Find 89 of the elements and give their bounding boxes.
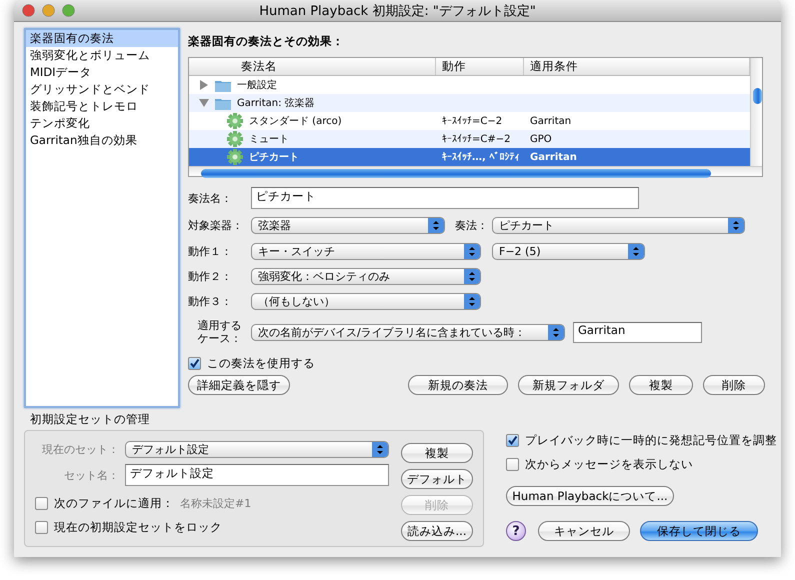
case-popup[interactable]: 次の名前がデバイス/ライブラリ名に含まれている時： <box>251 324 565 340</box>
gear-icon <box>227 113 243 129</box>
table-cell-text: Garritan: 弦楽器 <box>237 96 315 110</box>
zoom-icon[interactable] <box>62 4 75 17</box>
action-button[interactable]: 削除 <box>703 375 765 395</box>
window-title: Human Playback 初期設定: "デフォルト設定" <box>259 4 536 18</box>
horizontal-scrollbar[interactable] <box>189 166 762 176</box>
instrument-popup[interactable]: 弦楽器 <box>251 217 445 234</box>
action-button[interactable]: 複製 <box>629 375 693 395</box>
sidebar-item[interactable]: MIDIデータ <box>26 64 178 81</box>
action-button[interactable]: 新規の奏法 <box>408 375 508 395</box>
checkbox[interactable] <box>188 356 201 370</box>
checkbox-label: 現在の初期設定セットをロック <box>54 520 222 534</box>
updown-arrows-icon <box>548 324 564 340</box>
checkbox[interactable] <box>35 520 48 534</box>
checkbox-label: この奏法を使用する <box>207 356 315 370</box>
field-label: 現在のセット： <box>41 442 120 457</box>
table-cell-text: Garritan <box>529 116 572 126</box>
vertical-scrollbar[interactable] <box>750 58 762 166</box>
folder-icon <box>215 96 231 110</box>
disclosure-triangle-icon[interactable] <box>199 98 209 108</box>
file-name: 名称未設定#1 <box>180 496 252 510</box>
disclosure-triangle-icon[interactable] <box>199 80 209 90</box>
table-cell-text: ｷｰｽｲｯﾁ=C−2 <box>441 115 504 127</box>
field-label: 奏法： <box>455 218 489 233</box>
sidebar-item[interactable]: Garritan独自の効果 <box>26 132 178 149</box>
help-button[interactable]: ? <box>506 521 526 541</box>
updown-arrows-icon <box>464 269 480 284</box>
field-label: 動作１： <box>188 244 233 259</box>
updown-arrows-icon <box>728 218 744 233</box>
checkbox[interactable] <box>35 496 48 510</box>
column-header[interactable]: 奏法名 <box>189 58 436 75</box>
sidebar-item[interactable]: グリッサンドとベンド <box>26 81 178 98</box>
sidebar-item[interactable]: 装飾記号とトレモロ <box>26 98 178 115</box>
table-cell-text: Garritan <box>529 152 578 162</box>
hide-details-button[interactable]: 詳細定義を隠す <box>188 375 290 395</box>
preset-button[interactable]: 読み込み... <box>401 521 473 541</box>
table-row[interactable]: ピチカート ｷｰｽｲｯﾁ…, ﾍﾞﾛｼﾃｨ Garritan <box>189 148 750 166</box>
preset-popup[interactable]: デフォルト設定 <box>125 441 389 458</box>
table-cell-text: ｷｰｽｲｯﾁ…, ﾍﾞﾛｼﾃｨ <box>441 151 520 163</box>
gear-icon <box>227 131 243 147</box>
checkbox-label: プレイバック時に一時的に発想記号位置を調整 <box>525 432 777 448</box>
folder-icon <box>215 78 231 92</box>
preset-name-field[interactable]: デフォルト設定 <box>125 464 389 486</box>
sidebar-item[interactable]: 楽器固有の奏法 <box>26 30 178 47</box>
save-button[interactable]: 保存して閉じる <box>640 521 758 541</box>
table-row[interactable]: ミュート ｷｰｽｲｯﾁ=C#−2 GPO <box>189 130 750 148</box>
technique-name-field[interactable]: ピチカート <box>251 187 639 209</box>
table-cell-text: 一般設定 <box>237 78 277 92</box>
table-cell-text: ピチカート <box>249 150 299 164</box>
group-title: 初期設定セットの管理 <box>30 412 151 427</box>
action-button[interactable]: 新規フォルダ <box>518 375 619 395</box>
action-popup[interactable]: 強弱変化：ベロシティのみ <box>251 268 481 285</box>
table-cell-text: ミュート <box>249 133 289 146</box>
field-label: 奏法名： <box>188 190 233 206</box>
close-icon[interactable] <box>22 4 35 17</box>
preset-button[interactable]: 複製 <box>401 443 473 463</box>
library-name-field[interactable]: Garritan <box>573 322 702 342</box>
checkbox[interactable] <box>506 434 519 446</box>
checkbox[interactable] <box>506 458 519 470</box>
sidebar-item[interactable]: 強弱変化とボリューム <box>26 47 178 64</box>
updown-arrows-icon <box>372 442 388 457</box>
updown-arrows-icon <box>628 244 644 259</box>
table-cell-text: GPO <box>529 134 553 144</box>
field-label: 動作３： <box>188 294 233 309</box>
column-header[interactable]: 動作 <box>436 58 524 75</box>
table-cell-text: ｷｰｽｲｯﾁ=C#−2 <box>441 133 512 145</box>
table-cell-text: スタンダード (arco) <box>249 115 342 128</box>
updown-arrows-icon <box>428 218 444 233</box>
section-title: 楽器固有の奏法とその効果： <box>188 34 345 49</box>
updown-arrows-icon <box>464 294 480 309</box>
field-label: 適用する ケース： <box>196 319 242 345</box>
updown-arrows-icon <box>464 244 480 259</box>
minimize-icon[interactable] <box>42 4 55 17</box>
gear-icon <box>227 149 243 165</box>
cancel-button[interactable]: キャンセル <box>538 521 630 541</box>
about-button[interactable]: Human Playbackについて... <box>506 486 674 506</box>
table-row[interactable]: Garritan: 弦楽器 <box>189 94 750 112</box>
checkbox-label: 次のファイルに適用： <box>54 496 174 510</box>
technique-popup[interactable]: ピチカート <box>492 217 745 234</box>
field-label: 対象楽器： <box>188 218 244 233</box>
sidebar-item[interactable]: テンポ変化 <box>26 115 178 132</box>
field-label: 動作２： <box>188 269 233 284</box>
action-popup[interactable]: （何もしない） <box>251 293 481 310</box>
note-popup[interactable]: F−2 (5) <box>492 243 645 260</box>
field-label: セット名： <box>63 468 120 482</box>
preset-button[interactable]: デフォルト <box>401 469 473 489</box>
action-popup[interactable]: キー・スイッチ <box>251 243 481 260</box>
checkbox-label: 次からメッセージを表示しない <box>525 456 693 472</box>
